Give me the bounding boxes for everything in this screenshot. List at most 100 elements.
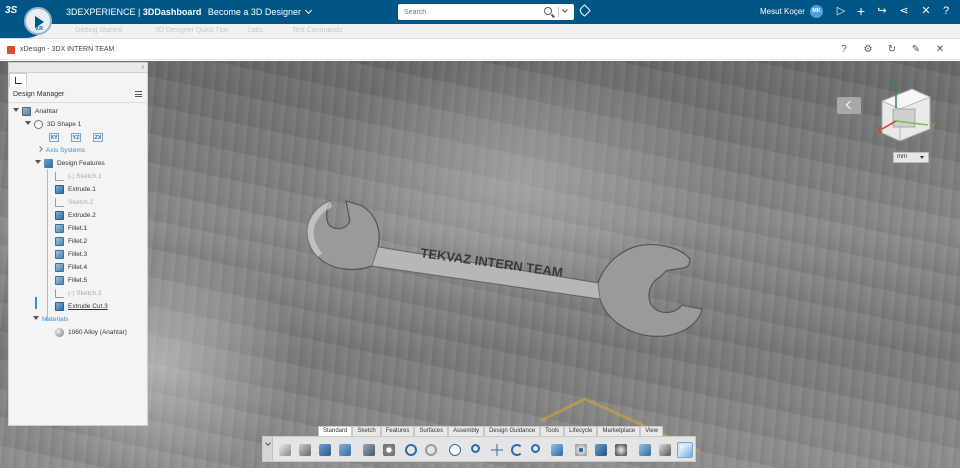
tab-lifecycle[interactable]: Lifecycle xyxy=(564,426,598,436)
tree-item-extrude1[interactable]: Extrude.1 xyxy=(55,183,96,195)
user-name[interactable]: Mesut Koçer xyxy=(760,7,805,16)
tree-item-3d-shape[interactable]: 3D Shape 1 xyxy=(25,118,81,130)
tab-getting-started[interactable]: Getting Started xyxy=(75,27,122,34)
tab-assembly[interactable]: Assembly xyxy=(448,426,485,436)
tab-quick-tips[interactable]: 3D Designer Quick Tips xyxy=(155,27,229,34)
share-arrow-icon[interactable]: ↪ xyxy=(876,5,888,17)
tab-surfaces[interactable]: Surfaces xyxy=(414,426,449,436)
refresh-model-icon[interactable] xyxy=(337,442,353,458)
tree-item-sketch1[interactable]: (-) Sketch.1 xyxy=(55,170,102,182)
tab-marketplace[interactable]: Marketplace xyxy=(597,426,641,436)
plane-xy-icon[interactable]: XY xyxy=(49,133,59,142)
top-bar: 3DEXPERIENCE | 3DDashboard Become a 3D D… xyxy=(0,0,960,24)
app-brand[interactable]: 3DEXPERIENCE | 3DDashboard Become a 3D D… xyxy=(66,6,312,17)
tree-item-design-features[interactable]: Design Features xyxy=(35,157,105,169)
xdesign-app-icon xyxy=(7,46,15,54)
display-mode-icon[interactable] xyxy=(677,442,693,458)
pan-icon[interactable] xyxy=(489,442,505,458)
section-icon[interactable] xyxy=(637,442,653,458)
search-input[interactable] xyxy=(398,8,538,16)
network-icon[interactable]: ⋖ xyxy=(898,5,910,17)
shape-icon xyxy=(34,119,43,129)
view-cube[interactable]: Z Y X xyxy=(876,75,936,142)
select-icon[interactable] xyxy=(277,442,293,458)
tree-item-extrude2[interactable]: Extrude.2 xyxy=(55,209,96,221)
zoom-icon[interactable] xyxy=(469,442,485,458)
view-cube-icon[interactable] xyxy=(549,442,565,458)
tree-item-axis-systems[interactable]: Axis Systems xyxy=(37,144,85,156)
tree-item-sketch3[interactable]: (-) Sketch.3 xyxy=(55,287,102,299)
copy-icon[interactable] xyxy=(361,442,377,458)
expand-icon[interactable] xyxy=(13,108,19,114)
brand-3dexperience: 3DEXPERIENCE xyxy=(66,7,136,17)
tab-labs[interactable]: Labs xyxy=(248,27,263,34)
tab-view[interactable]: View xyxy=(640,426,664,436)
save-icon[interactable] xyxy=(317,442,333,458)
tree-item-fillet4[interactable]: Fillet.4 xyxy=(55,261,87,273)
gear-icon[interactable]: ⚙ xyxy=(862,44,874,56)
expand-icon[interactable] xyxy=(25,121,31,127)
tab-features[interactable]: Features xyxy=(380,426,415,436)
dashboard-tabs: Getting Started 3D Designer Quick Tips L… xyxy=(0,24,960,39)
tree-item-fillet3[interactable]: Fillet.3 xyxy=(55,248,87,260)
tree-item-root[interactable]: Anahtar xyxy=(13,105,58,117)
refresh-icon[interactable]: ↻ xyxy=(886,44,898,56)
fillet-icon xyxy=(55,236,64,246)
plus-icon[interactable]: + xyxy=(855,4,867,18)
measure-icon[interactable] xyxy=(657,442,673,458)
brand-3ddashboard: 3DDashboard xyxy=(142,7,202,17)
tab-sketch[interactable]: Sketch xyxy=(352,426,381,436)
wrench-model[interactable]: TEKVAZ INTERN TEAM xyxy=(306,199,703,337)
pin-icon[interactable]: ✎ xyxy=(910,44,922,56)
search-box[interactable] xyxy=(398,4,574,20)
redo-icon[interactable] xyxy=(423,442,439,458)
tree-tab-icon[interactable] xyxy=(9,73,27,87)
tab-tools[interactable]: Tools xyxy=(540,426,565,436)
compass-ring[interactable]: V.R xyxy=(24,7,52,35)
zoom-area-icon[interactable] xyxy=(529,442,545,458)
unit-dropdown[interactable]: mm xyxy=(893,152,929,163)
play-icon[interactable]: ▷ xyxy=(835,5,847,17)
fillet-icon xyxy=(55,262,64,272)
tree-item-sketch2[interactable]: Sketch.2 xyxy=(55,196,93,208)
tree-item-material[interactable]: 1060 Alloy (Anahtar) xyxy=(55,326,127,338)
help-icon[interactable]: ? xyxy=(838,44,850,56)
tree-item-fillet2[interactable]: Fillet.2 xyxy=(55,235,87,247)
collapse-panel-icon[interactable]: ‹ xyxy=(142,64,144,71)
expand-icon[interactable] xyxy=(37,147,43,153)
appearance-icon[interactable] xyxy=(613,442,629,458)
close-icon[interactable]: ✕ xyxy=(934,44,946,56)
settings-icon[interactable] xyxy=(381,442,397,458)
plane-zx-icon[interactable]: ZX xyxy=(93,133,103,142)
undo-icon[interactable] xyxy=(403,442,419,458)
collapse-left-icon[interactable] xyxy=(837,97,861,114)
search-scope-dropdown[interactable] xyxy=(558,7,570,17)
tools-icon[interactable]: ✕ xyxy=(920,5,932,17)
visibility-icon[interactable] xyxy=(573,442,589,458)
tab-design-guidance[interactable]: Design Guidance xyxy=(484,426,541,436)
tree-item-fillet1[interactable]: Fillet.1 xyxy=(55,222,87,234)
expand-action-bar-icon[interactable] xyxy=(263,437,273,461)
tab-standard[interactable]: Standard xyxy=(318,426,353,436)
search-icon[interactable] xyxy=(544,7,552,15)
render-style-icon[interactable] xyxy=(593,442,609,458)
avatar[interactable]: MK xyxy=(810,5,823,18)
expand-icon[interactable] xyxy=(33,316,39,322)
tab-test-commands[interactable]: Test Commands xyxy=(292,27,343,34)
expand-icon[interactable] xyxy=(35,160,41,166)
tree-item-fillet5[interactable]: Fillet.5 xyxy=(55,274,87,286)
tree-item-extrude-cut3[interactable]: Extrude Cut.3 xyxy=(55,300,108,312)
rotate-icon[interactable] xyxy=(509,442,525,458)
chevron-down-icon[interactable] xyxy=(304,6,312,15)
fillet-icon xyxy=(55,223,64,233)
tree-item-materials[interactable]: Materials xyxy=(33,313,68,325)
help-icon[interactable] xyxy=(447,442,463,458)
panel-title: Design Manager xyxy=(13,91,65,98)
part-icon xyxy=(22,106,31,116)
new-part-icon[interactable] xyxy=(297,442,313,458)
help-icon[interactable]: ? xyxy=(940,5,952,17)
plane-yz-icon[interactable]: YZ xyxy=(71,133,81,142)
tag-icon[interactable] xyxy=(578,4,591,17)
menu-icon[interactable] xyxy=(135,91,142,97)
bottom-edge xyxy=(0,468,960,474)
